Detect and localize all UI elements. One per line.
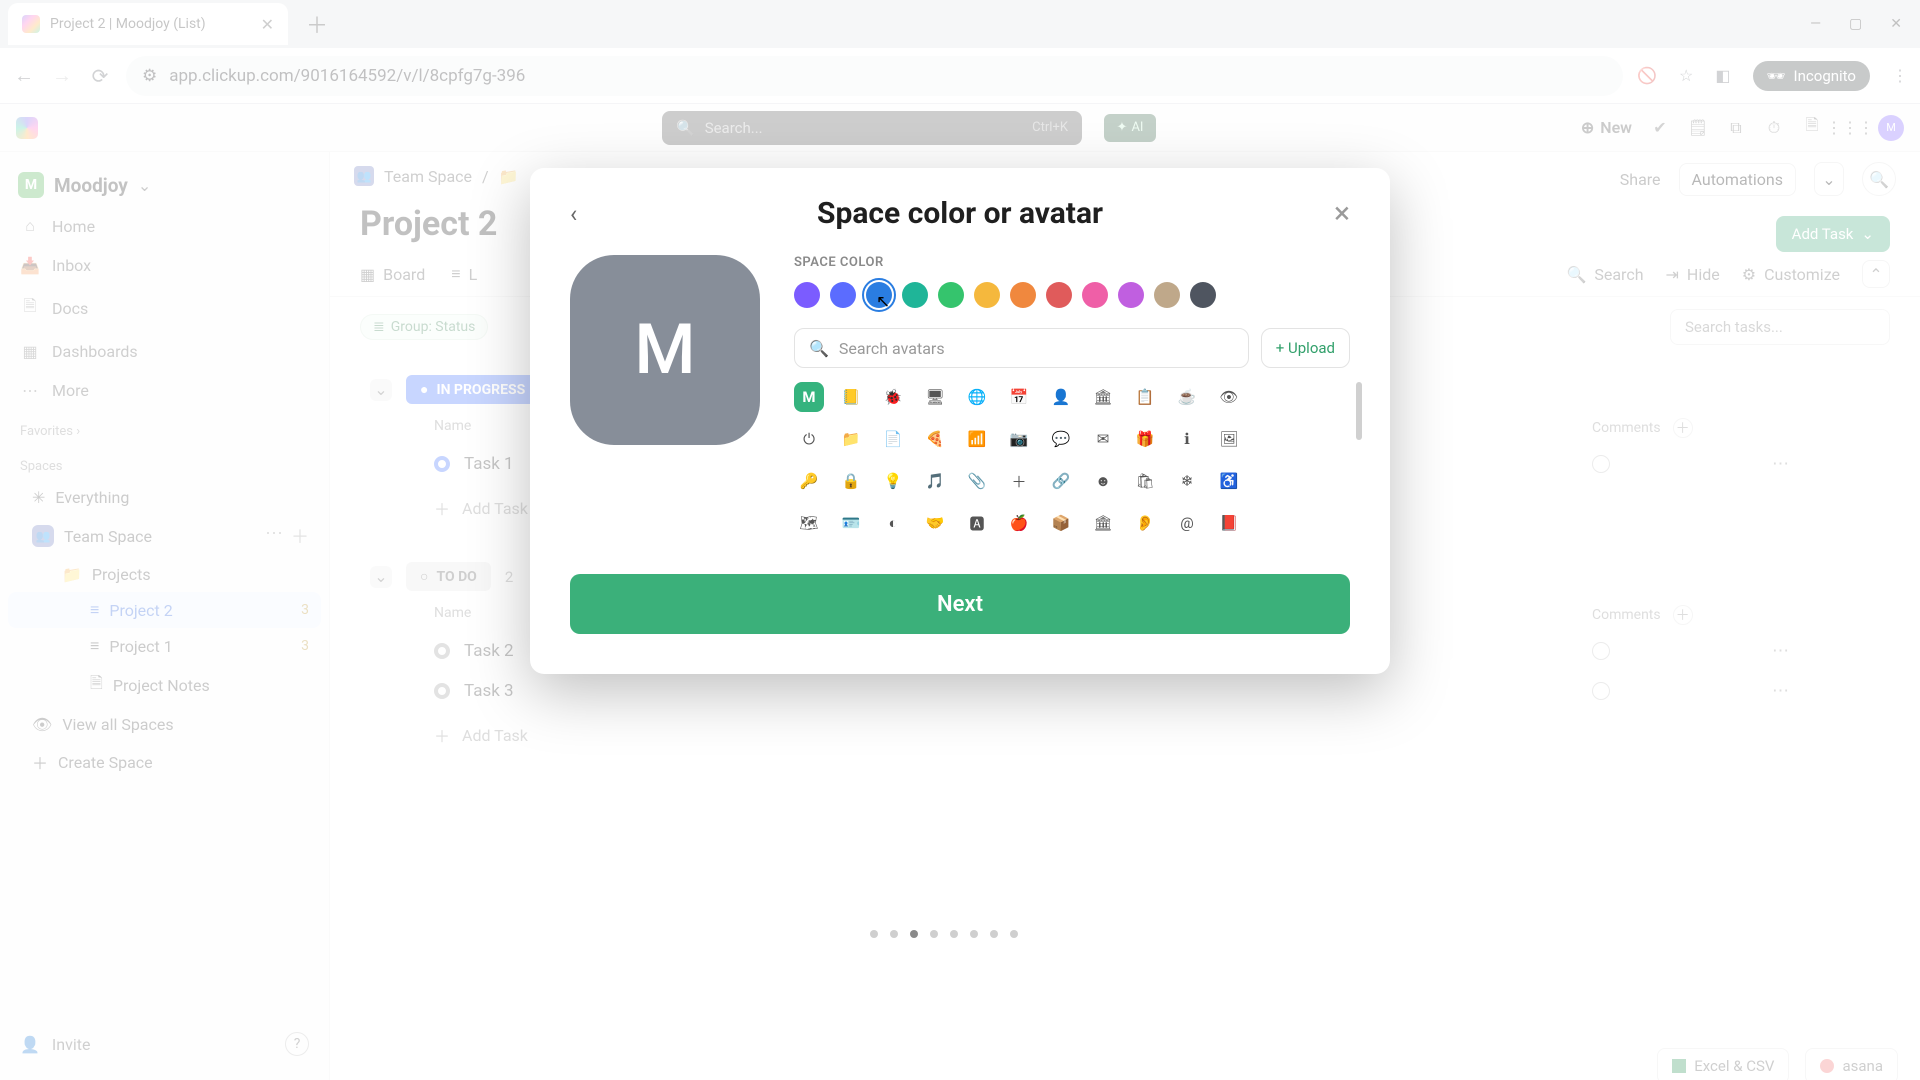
avatar-icon-option[interactable]: ♿	[1214, 466, 1244, 496]
color-swatch[interactable]	[1082, 282, 1108, 308]
avatar-icon-option[interactable]: 🎁	[1130, 424, 1160, 454]
avatar-icon-option[interactable]: 💡	[878, 466, 908, 496]
avatar-icon-option[interactable]: 👤	[1046, 382, 1076, 412]
avatar-icon-option[interactable]: 🛍	[1130, 466, 1160, 496]
color-swatch-row: ↖	[794, 282, 1350, 308]
avatar-icon-option[interactable]: @	[1172, 508, 1202, 532]
avatar-icon-option[interactable]: 🖥	[920, 382, 950, 412]
avatar-grid: M 📒 🐞 🖥 🌐 📅 👤 🏛 📋 ☕ 👁 ⏻ 📁 📄 🍕 📶 📷 💬 ✉ 🎁 ℹ 🖼 🔑 🔒 💡 🎵 📎 ＋ 🔗 ☻ 🛍 ❄ ♿ 🗺 🪪 ◐ 🤝 🅰 🍎 📦…	[794, 382, 1350, 532]
avatar-icon-option[interactable]: 🔑	[794, 466, 824, 496]
avatar-search-input[interactable]: 🔍 Search avatars	[794, 328, 1249, 368]
avatar-icon-option[interactable]: ⏻	[794, 424, 824, 454]
modal-title: Space color or avatar	[817, 196, 1103, 231]
upload-avatar-button[interactable]: + Upload	[1261, 328, 1350, 368]
color-swatch[interactable]	[1154, 282, 1180, 308]
avatar-icon-option[interactable]: 📁	[836, 424, 866, 454]
avatar-icon-option[interactable]: 🗺	[794, 508, 824, 532]
avatar-icon-option[interactable]: 🌐	[962, 382, 992, 412]
avatar-icon-option[interactable]: 💬	[1046, 424, 1076, 454]
avatar-icon-option[interactable]: 📕	[1214, 508, 1244, 532]
step-dot[interactable]	[950, 930, 958, 938]
avatar-icon-option[interactable]: 🏛	[1088, 508, 1118, 532]
avatar-icon-option[interactable]: 📷	[1004, 424, 1034, 454]
step-dot[interactable]	[970, 930, 978, 938]
next-button[interactable]: Next	[570, 574, 1350, 634]
avatar-search-placeholder: Search avatars	[839, 339, 945, 358]
avatar-icon-option[interactable]: 🍕	[920, 424, 950, 454]
avatar-icon-option[interactable]: 📒	[836, 382, 866, 412]
space-color-label: SPACE COLOR	[794, 255, 1350, 270]
avatar-icon-option[interactable]: ◐	[878, 508, 908, 532]
avatar-icon-option[interactable]: 🖼	[1214, 424, 1244, 454]
avatar-icon-option[interactable]: 🅰	[962, 508, 992, 532]
color-swatch[interactable]	[938, 282, 964, 308]
avatar-icon-option[interactable]: 📋	[1130, 382, 1160, 412]
step-dot[interactable]	[1010, 930, 1018, 938]
avatar-icon-option[interactable]: 🐞	[878, 382, 908, 412]
avatar-letter: M	[634, 309, 695, 391]
avatar-icon-option[interactable]: ☕	[1172, 382, 1202, 412]
color-swatch[interactable]	[1118, 282, 1144, 308]
cursor-icon: ↖	[876, 292, 890, 312]
avatar-icon-option[interactable]: 👁	[1214, 382, 1244, 412]
space-avatar-preview: M	[570, 255, 760, 445]
step-indicator	[870, 930, 1018, 938]
avatar-icon-option[interactable]: 🎵	[920, 466, 950, 496]
avatar-icon-option[interactable]: 🔗	[1046, 466, 1076, 496]
color-swatch[interactable]	[794, 282, 820, 308]
avatar-icon-option[interactable]: ℹ	[1172, 424, 1202, 454]
avatar-icon-option[interactable]: ＋	[1004, 466, 1034, 496]
avatar-icon-option[interactable]: 📶	[962, 424, 992, 454]
avatar-icon-option[interactable]: 🏛	[1088, 382, 1118, 412]
avatar-icon-option[interactable]: ✉	[1088, 424, 1118, 454]
avatar-icon-option[interactable]: 📎	[962, 466, 992, 496]
step-dot[interactable]	[910, 930, 918, 938]
avatar-icon-option[interactable]: 👂	[1130, 508, 1160, 532]
avatar-icon-option[interactable]: 📄	[878, 424, 908, 454]
avatar-icon-option[interactable]: 📅	[1004, 382, 1034, 412]
avatar-letter-option[interactable]: M	[794, 382, 824, 412]
color-swatch[interactable]	[830, 282, 856, 308]
avatar-icon-option[interactable]: ☻	[1088, 466, 1118, 496]
avatar-icon-option[interactable]: 🪪	[836, 508, 866, 532]
next-label: Next	[937, 592, 983, 617]
step-dot[interactable]	[990, 930, 998, 938]
step-dot[interactable]	[890, 930, 898, 938]
color-swatch[interactable]	[974, 282, 1000, 308]
avatar-icon-option[interactable]: 🔒	[836, 466, 866, 496]
back-icon[interactable]: ‹	[570, 200, 577, 228]
avatar-icon-option[interactable]: 📦	[1046, 508, 1076, 532]
step-dot[interactable]	[870, 930, 878, 938]
space-color-avatar-modal: ‹ Space color or avatar × M SPACE COLOR …	[530, 168, 1390, 674]
avatar-icon-option[interactable]: 🍎	[1004, 508, 1034, 532]
avatar-icon-option[interactable]: 🤝	[920, 508, 950, 532]
search-icon: 🔍	[809, 339, 829, 358]
avatar-icon-option[interactable]: ❄	[1172, 466, 1202, 496]
scrollbar-thumb[interactable]	[1356, 382, 1362, 440]
color-swatch[interactable]	[1190, 282, 1216, 308]
upload-label: + Upload	[1276, 339, 1335, 357]
color-swatch[interactable]	[902, 282, 928, 308]
color-swatch[interactable]: ↖	[866, 282, 892, 308]
color-swatch[interactable]	[1046, 282, 1072, 308]
close-icon[interactable]: ×	[1334, 196, 1350, 231]
color-swatch[interactable]	[1010, 282, 1036, 308]
step-dot[interactable]	[930, 930, 938, 938]
